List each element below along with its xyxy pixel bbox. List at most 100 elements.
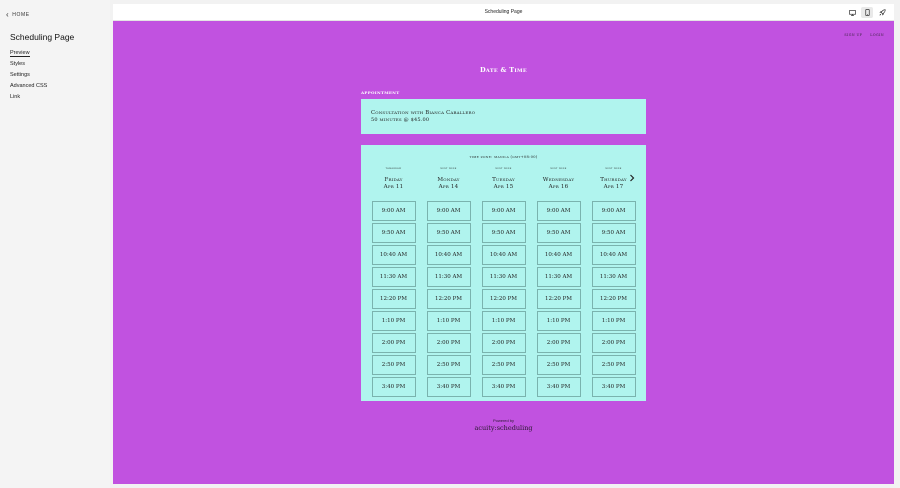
chevron-left-icon: ‹ [6,10,10,19]
time-slot-button[interactable]: 1:10 PM [536,311,581,331]
day-date: Apr 15 [493,184,514,190]
sign-up-link[interactable]: SIGN UP [844,33,862,37]
time-slot-button[interactable]: 2:00 PM [371,333,416,353]
appointment-name: Consultation with Bianca Caballero [371,110,476,116]
time-slot-button[interactable]: 12:20 PM [591,289,636,309]
day-relative: next week [440,166,457,170]
rocket-icon [878,9,886,16]
sidebar-item-advanced-css[interactable]: Advanced CSS [10,83,47,94]
time-slot-list: 9:00 AM 9:50 AM 10:40 AM 11:30 AM 12:20 PM 1:… [426,201,471,397]
day-column: next week Thursday Apr 17 9:00 AM 9:50 AM… [591,166,636,399]
time-slot-button[interactable]: 2:00 PM [426,333,471,353]
home-label: HOME [12,12,30,18]
editor-sidebar: ‹ HOME Scheduling Page Preview Styles Se… [0,0,110,488]
preview-page-name: Scheduling Page [484,9,523,15]
time-slot-button[interactable]: 9:50 AM [591,223,636,243]
acuity-logo[interactable]: acuity:scheduling [113,424,894,432]
time-slot-button[interactable]: 9:50 AM [426,223,471,243]
time-slot-button[interactable]: 2:50 PM [371,355,416,375]
preview-topbar: Scheduling Page [113,4,894,21]
time-slot-button[interactable]: 2:00 PM [591,333,636,353]
time-slot-button[interactable]: 1:10 PM [371,311,416,331]
appointment-card[interactable]: Consultation with Bianca Caballero 50 mi… [361,99,646,134]
time-slot-button[interactable]: 10:40 AM [591,245,636,265]
login-link[interactable]: LOGIN [870,33,884,37]
day-column: next week Wednesday Apr 16 9:00 AM 9:50 A… [536,166,581,399]
time-slot-button[interactable]: 11:30 AM [591,267,636,287]
time-slot-button[interactable]: 9:00 AM [591,201,636,221]
day-name: Tuesday [492,177,515,183]
time-slot-button[interactable]: 1:10 PM [426,311,471,331]
mobile-icon [864,9,870,16]
day-name: Wednesday [542,177,575,183]
day-date: Apr 14 [438,184,459,190]
timezone-label[interactable]: time zone: manila (gmt+08:00) [361,155,646,159]
site-nav: SIGN UP LOGIN [844,33,884,37]
appointment-label: APPOINTMENT [361,90,400,95]
time-slot-button[interactable]: 9:50 AM [481,223,526,243]
sidebar-item-styles[interactable]: Styles [10,61,47,72]
time-slot-button[interactable]: 11:30 AM [371,267,416,287]
time-slot-list: 9:00 AM 9:50 AM 10:40 AM 11:30 AM 12:20 PM 1:… [371,201,416,397]
time-slot-button[interactable]: 9:00 AM [426,201,471,221]
day-column: next week Monday Apr 14 9:00 AM 9:50 AM 10… [426,166,471,399]
day-columns: tomorrow Friday Apr 11 9:00 AM 9:50 AM 10:… [371,166,636,399]
time-slot-button[interactable]: 11:30 AM [481,267,526,287]
day-date: Apr 16 [548,184,569,190]
sidebar-item-settings[interactable]: Settings [10,72,47,83]
time-slot-button[interactable]: 1:10 PM [481,311,526,331]
date-time-heading: Date & Time [480,66,527,74]
calendar-card: time zone: manila (gmt+08:00) tomorrow F… [361,145,646,401]
sidebar-nav: Preview Styles Settings Advanced CSS Lin… [10,50,47,105]
time-slot-button[interactable]: 10:40 AM [481,245,526,265]
time-slot-button[interactable]: 12:20 PM [426,289,471,309]
time-slot-list: 9:00 AM 9:50 AM 10:40 AM 11:30 AM 12:20 PM 1:… [591,201,636,397]
time-slot-button[interactable]: 2:50 PM [591,355,636,375]
time-slot-button[interactable]: 2:50 PM [426,355,471,375]
time-slot-button[interactable]: 10:40 AM [426,245,471,265]
view-toggle-group [846,7,888,18]
day-name: Monday [437,177,460,183]
time-slot-button[interactable]: 1:10 PM [591,311,636,331]
time-slot-button[interactable]: 3:40 PM [591,377,636,397]
scheduling-preview: SIGN UP LOGIN Date & Time APPOINTMENT Co… [113,21,894,484]
time-slot-button[interactable]: 2:50 PM [481,355,526,375]
time-slot-button[interactable]: 12:20 PM [536,289,581,309]
time-slot-button[interactable]: 9:00 AM [371,201,416,221]
mobile-view-button[interactable] [861,7,873,18]
time-slot-button[interactable]: 9:00 AM [536,201,581,221]
sidebar-item-preview[interactable]: Preview [10,50,47,61]
time-slot-button[interactable]: 9:50 AM [371,223,416,243]
time-slot-button[interactable]: 3:40 PM [481,377,526,397]
day-relative: next week [495,166,512,170]
publish-button[interactable] [876,7,888,18]
sidebar-item-link[interactable]: Link [10,94,47,105]
home-link[interactable]: ‹ HOME [6,10,30,19]
next-week-arrow-icon[interactable] [628,174,636,182]
time-slot-button[interactable]: 12:20 PM [481,289,526,309]
time-slot-button[interactable]: 12:20 PM [371,289,416,309]
sidebar-title: Scheduling Page [10,32,75,42]
time-slot-button[interactable]: 2:50 PM [536,355,581,375]
time-slot-button[interactable]: 3:40 PM [426,377,471,397]
time-slot-button[interactable]: 3:40 PM [536,377,581,397]
time-slot-button[interactable]: 9:00 AM [481,201,526,221]
time-slot-button[interactable]: 10:40 AM [371,245,416,265]
day-column: tomorrow Friday Apr 11 9:00 AM 9:50 AM 10:… [371,166,416,399]
day-name: Friday [384,177,403,183]
appointment-detail: 50 minutes @ $45.00 [371,117,430,123]
time-slot-list: 9:00 AM 9:50 AM 10:40 AM 11:30 AM 12:20 PM 1:… [481,201,526,397]
time-slot-button[interactable]: 2:00 PM [536,333,581,353]
powered-by-label: Powered by [492,418,515,423]
time-slot-button[interactable]: 3:40 PM [371,377,416,397]
time-slot-button[interactable]: 10:40 AM [536,245,581,265]
day-relative: tomorrow [385,166,402,170]
time-slot-button[interactable]: 11:30 AM [426,267,471,287]
day-relative: next week [550,166,567,170]
time-slot-button[interactable]: 9:50 AM [536,223,581,243]
time-slot-button[interactable]: 2:00 PM [481,333,526,353]
day-column: next week Tuesday Apr 15 9:00 AM 9:50 AM 1… [481,166,526,399]
desktop-view-button[interactable] [846,7,858,18]
time-slot-button[interactable]: 11:30 AM [536,267,581,287]
time-slot-list: 9:00 AM 9:50 AM 10:40 AM 11:30 AM 12:20 PM 1:… [536,201,581,397]
